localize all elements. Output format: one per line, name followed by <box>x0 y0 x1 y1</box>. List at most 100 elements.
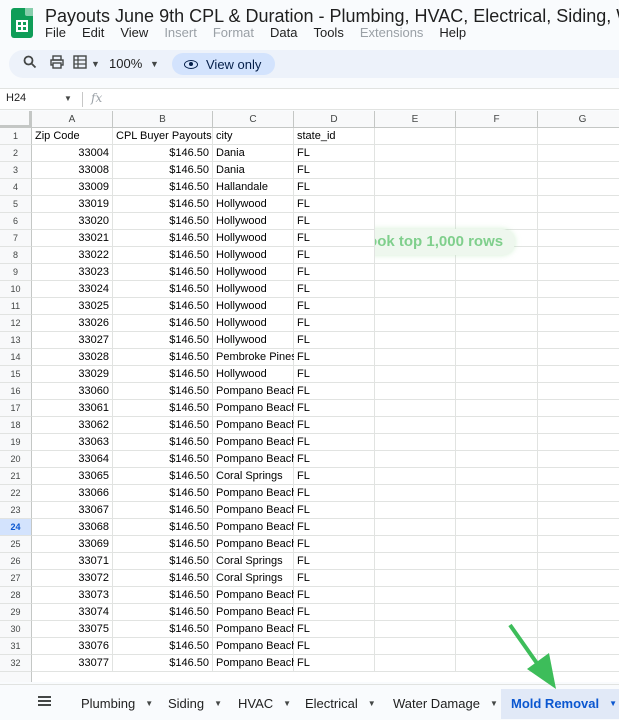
cell[interactable]: FL <box>294 298 375 315</box>
cell[interactable]: Pompano Beach <box>213 536 297 553</box>
cell[interactable]: $146.50 <box>113 400 213 417</box>
row-header[interactable]: 14 <box>0 349 32 366</box>
sheets-logo-icon[interactable] <box>11 8 33 38</box>
column-header-e[interactable]: E <box>375 111 456 128</box>
row-header[interactable]: 27 <box>0 570 32 587</box>
cell[interactable]: 33009 <box>32 179 113 196</box>
cell[interactable]: Hollywood <box>213 230 294 247</box>
cell[interactable]: $146.50 <box>113 281 213 298</box>
column-header-c[interactable]: C <box>213 111 294 128</box>
cell[interactable]: $146.50 <box>113 536 213 553</box>
cell[interactable]: $146.50 <box>113 230 213 247</box>
row-header[interactable]: 2 <box>0 145 32 162</box>
row-header[interactable]: 10 <box>0 281 32 298</box>
cell[interactable]: Hollywood <box>213 247 294 264</box>
cell[interactable]: 33022 <box>32 247 113 264</box>
cell[interactable]: Pompano Beach <box>213 400 297 417</box>
cell[interactable] <box>538 604 619 621</box>
sheet-tab-hvac[interactable]: HVAC ▼ <box>238 689 291 719</box>
cell[interactable]: Hollywood <box>213 298 294 315</box>
cell[interactable] <box>538 145 619 162</box>
cell[interactable]: 33076 <box>32 638 113 655</box>
cell[interactable] <box>538 213 619 230</box>
cell[interactable] <box>375 315 456 332</box>
row-header[interactable]: 7 <box>0 230 32 247</box>
cell[interactable]: Pompano Beach <box>213 434 297 451</box>
cell[interactable] <box>538 519 619 536</box>
row-header[interactable]: 4 <box>0 179 32 196</box>
cell[interactable]: FL <box>294 621 375 638</box>
cell[interactable] <box>538 638 619 655</box>
cell[interactable]: $146.50 <box>113 298 213 315</box>
cell[interactable]: 33023 <box>32 264 113 281</box>
cell[interactable] <box>375 366 456 383</box>
cell[interactable] <box>456 213 538 230</box>
cell[interactable] <box>375 468 456 485</box>
cell[interactable]: 33065 <box>32 468 113 485</box>
cell[interactable] <box>375 349 456 366</box>
cell[interactable]: $146.50 <box>113 383 213 400</box>
row-header[interactable]: 28 <box>0 587 32 604</box>
cell[interactable]: $146.50 <box>113 587 213 604</box>
cell[interactable]: $146.50 <box>113 502 213 519</box>
cell[interactable] <box>538 451 619 468</box>
zoom-level[interactable]: 100% <box>109 56 142 71</box>
row-header[interactable]: 17 <box>0 400 32 417</box>
cell[interactable]: Dania <box>213 145 294 162</box>
chevron-down-icon[interactable]: ▼ <box>283 699 291 708</box>
column-header-f[interactable]: F <box>456 111 538 128</box>
cell[interactable] <box>375 264 456 281</box>
cell[interactable] <box>538 332 619 349</box>
cell[interactable] <box>456 468 538 485</box>
cell[interactable]: $146.50 <box>113 485 213 502</box>
cell[interactable]: FL <box>294 315 375 332</box>
column-header-d[interactable]: D <box>294 111 375 128</box>
cell[interactable]: Pompano Beach <box>213 502 297 519</box>
cell[interactable]: 33025 <box>32 298 113 315</box>
cell[interactable] <box>375 332 456 349</box>
cell[interactable]: FL <box>294 570 375 587</box>
cell[interactable]: $146.50 <box>113 349 213 366</box>
cell[interactable]: FL <box>294 434 375 451</box>
cell[interactable]: 33069 <box>32 536 113 553</box>
cell[interactable]: 33067 <box>32 502 113 519</box>
cell[interactable]: 33062 <box>32 417 113 434</box>
row-header[interactable]: 32 <box>0 655 32 672</box>
header-cell[interactable] <box>375 128 456 145</box>
cell[interactable]: Hollywood <box>213 196 294 213</box>
cell[interactable] <box>538 298 619 315</box>
row-header[interactable]: 20 <box>0 451 32 468</box>
cell[interactable] <box>375 196 456 213</box>
cell[interactable] <box>538 485 619 502</box>
cell[interactable]: FL <box>294 332 375 349</box>
cell[interactable]: FL <box>294 213 375 230</box>
cell[interactable]: FL <box>294 638 375 655</box>
cell[interactable] <box>456 604 538 621</box>
zoom-caret-icon[interactable]: ▼ <box>150 59 159 69</box>
cell[interactable]: 33060 <box>32 383 113 400</box>
cell[interactable]: $146.50 <box>113 604 213 621</box>
cell[interactable] <box>456 655 538 672</box>
cell[interactable] <box>375 145 456 162</box>
cell[interactable]: 33021 <box>32 230 113 247</box>
cell[interactable] <box>456 553 538 570</box>
cell[interactable]: $146.50 <box>113 417 213 434</box>
cell[interactable]: Hollywood <box>213 213 294 230</box>
sheet-tab-electrical[interactable]: Electrical ▼ <box>305 689 376 719</box>
cell[interactable]: 33019 <box>32 196 113 213</box>
cell[interactable] <box>456 451 538 468</box>
cell[interactable]: Pompano Beach <box>213 485 297 502</box>
cell[interactable]: FL <box>294 655 375 672</box>
cell[interactable] <box>375 383 456 400</box>
cell[interactable]: FL <box>294 247 375 264</box>
cell[interactable] <box>456 281 538 298</box>
cell[interactable] <box>375 400 456 417</box>
cell[interactable]: Pompano Beach <box>213 621 297 638</box>
cell[interactable] <box>538 162 619 179</box>
select-all-corner[interactable] <box>0 111 32 128</box>
row-header[interactable]: 30 <box>0 621 32 638</box>
cell[interactable]: 33026 <box>32 315 113 332</box>
cell[interactable] <box>375 570 456 587</box>
cell[interactable]: FL <box>294 468 375 485</box>
cell[interactable]: FL <box>294 145 375 162</box>
